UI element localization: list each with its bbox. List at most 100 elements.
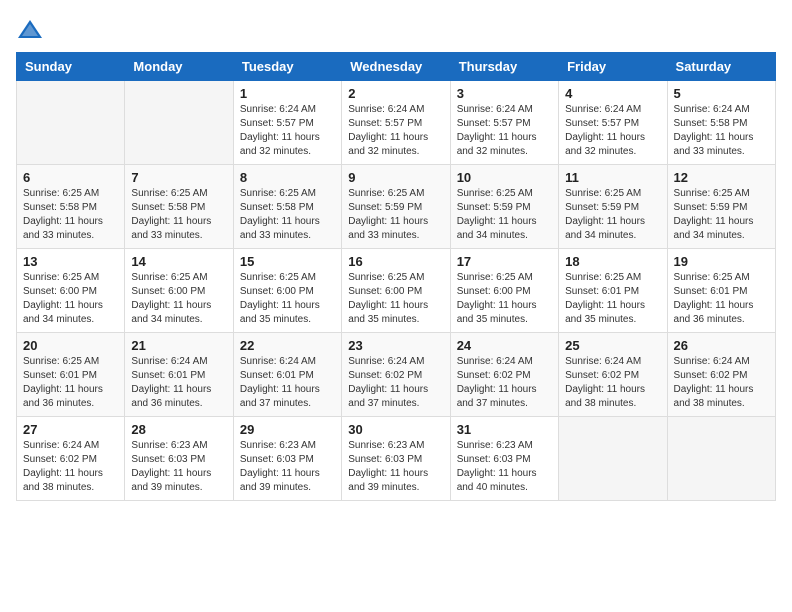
calendar-cell: 31 Sunrise: 6:23 AM Sunset: 6:03 PM Dayli…	[450, 417, 558, 501]
day-info: Sunrise: 6:25 AM Sunset: 5:59 PM Dayligh…	[674, 187, 769, 243]
calendar-header-friday: Friday	[559, 53, 667, 81]
calendar-cell: 2 Sunrise: 6:24 AM Sunset: 5:57 PM Daylig…	[342, 81, 450, 165]
calendar-cell: 7 Sunrise: 6:25 AM Sunset: 5:58 PM Daylig…	[125, 165, 233, 249]
day-number: 25	[565, 338, 660, 353]
day-info: Sunrise: 6:25 AM Sunset: 5:59 PM Dayligh…	[348, 187, 443, 243]
calendar-week-3: 13Sunrise: 6:25 AM Sunset: 6:00 PM Dayli…	[17, 249, 776, 333]
day-number: 23	[348, 338, 443, 353]
day-number: 7	[131, 170, 226, 185]
logo-icon	[16, 16, 44, 44]
day-number: 20	[23, 338, 118, 353]
calendar-cell: 21 Sunrise: 6:24 AM Sunset: 6:01 PM Dayli…	[125, 333, 233, 417]
calendar-header-saturday: Saturday	[667, 53, 775, 81]
calendar-cell: 10 Sunrise: 6:25 AM Sunset: 5:59 PM Dayli…	[450, 165, 558, 249]
calendar-header-monday: Monday	[125, 53, 233, 81]
day-number: 21	[131, 338, 226, 353]
calendar-week-1: 1Sunrise: 6:24 AM Sunset: 5:57 PM Daylig…	[17, 81, 776, 165]
day-number: 12	[674, 170, 769, 185]
day-number: 2	[348, 86, 443, 101]
day-info: Sunrise: 6:25 AM Sunset: 5:58 PM Dayligh…	[23, 187, 118, 243]
day-info: Sunrise: 6:24 AM Sunset: 5:57 PM Dayligh…	[240, 103, 335, 159]
calendar-cell: 26Sunrise: 6:24 AM Sunset: 6:02 PM Dayli…	[667, 333, 775, 417]
calendar-cell: 25 Sunrise: 6:24 AM Sunset: 6:02 PM Dayli…	[559, 333, 667, 417]
calendar-cell: 30 Sunrise: 6:23 AM Sunset: 6:03 PM Dayli…	[342, 417, 450, 501]
calendar-cell: 8 Sunrise: 6:25 AM Sunset: 5:58 PM Daylig…	[233, 165, 341, 249]
day-number: 6	[23, 170, 118, 185]
calendar-cell: 4Sunrise: 6:24 AM Sunset: 5:57 PM Daylig…	[559, 81, 667, 165]
day-number: 5	[674, 86, 769, 101]
day-info: Sunrise: 6:24 AM Sunset: 5:57 PM Dayligh…	[457, 103, 552, 159]
calendar-cell: 11 Sunrise: 6:25 AM Sunset: 5:59 PM Dayli…	[559, 165, 667, 249]
day-info: Sunrise: 6:24 AM Sunset: 6:02 PM Dayligh…	[348, 355, 443, 411]
calendar-cell: 18 Sunrise: 6:25 AM Sunset: 6:01 PM Dayli…	[559, 249, 667, 333]
day-info: Sunrise: 6:25 AM Sunset: 6:00 PM Dayligh…	[23, 271, 118, 327]
day-info: Sunrise: 6:24 AM Sunset: 6:02 PM Dayligh…	[457, 355, 552, 411]
calendar-header-sunday: Sunday	[17, 53, 125, 81]
calendar-cell: 5 Sunrise: 6:24 AM Sunset: 5:58 PM Daylig…	[667, 81, 775, 165]
calendar-week-4: 20 Sunrise: 6:25 AM Sunset: 6:01 PM Dayli…	[17, 333, 776, 417]
day-number: 15	[240, 254, 335, 269]
day-number: 28	[131, 422, 226, 437]
day-number: 10	[457, 170, 552, 185]
day-info: Sunrise: 6:25 AM Sunset: 6:01 PM Dayligh…	[565, 271, 660, 327]
calendar-header-wednesday: Wednesday	[342, 53, 450, 81]
calendar-cell: 12 Sunrise: 6:25 AM Sunset: 5:59 PM Dayli…	[667, 165, 775, 249]
day-info: Sunrise: 6:23 AM Sunset: 6:03 PM Dayligh…	[131, 439, 226, 495]
day-info: Sunrise: 6:25 AM Sunset: 6:00 PM Dayligh…	[457, 271, 552, 327]
day-info: Sunrise: 6:25 AM Sunset: 6:00 PM Dayligh…	[348, 271, 443, 327]
calendar-cell	[667, 417, 775, 501]
calendar-cell: 16 Sunrise: 6:25 AM Sunset: 6:00 PM Dayli…	[342, 249, 450, 333]
day-info: Sunrise: 6:24 AM Sunset: 5:57 PM Dayligh…	[348, 103, 443, 159]
calendar-cell: 17 Sunrise: 6:25 AM Sunset: 6:00 PM Dayli…	[450, 249, 558, 333]
day-number: 11	[565, 170, 660, 185]
day-info: Sunrise: 6:24 AM Sunset: 5:58 PM Dayligh…	[674, 103, 769, 159]
calendar-cell	[17, 81, 125, 165]
day-number: 31	[457, 422, 552, 437]
day-number: 30	[348, 422, 443, 437]
day-info: Sunrise: 6:25 AM Sunset: 6:01 PM Dayligh…	[23, 355, 118, 411]
day-info: Sunrise: 6:25 AM Sunset: 5:58 PM Dayligh…	[131, 187, 226, 243]
day-info: Sunrise: 6:24 AM Sunset: 5:57 PM Dayligh…	[565, 103, 660, 159]
calendar-cell: 27Sunrise: 6:24 AM Sunset: 6:02 PM Dayli…	[17, 417, 125, 501]
day-info: Sunrise: 6:25 AM Sunset: 5:58 PM Dayligh…	[240, 187, 335, 243]
day-number: 8	[240, 170, 335, 185]
calendar-cell: 9Sunrise: 6:25 AM Sunset: 5:59 PM Daylig…	[342, 165, 450, 249]
day-info: Sunrise: 6:24 AM Sunset: 6:02 PM Dayligh…	[674, 355, 769, 411]
calendar-header-tuesday: Tuesday	[233, 53, 341, 81]
calendar-cell: 19 Sunrise: 6:25 AM Sunset: 6:01 PM Dayli…	[667, 249, 775, 333]
calendar-cell: 13Sunrise: 6:25 AM Sunset: 6:00 PM Dayli…	[17, 249, 125, 333]
day-info: Sunrise: 6:23 AM Sunset: 6:03 PM Dayligh…	[240, 439, 335, 495]
day-info: Sunrise: 6:24 AM Sunset: 6:02 PM Dayligh…	[23, 439, 118, 495]
calendar-cell: 20 Sunrise: 6:25 AM Sunset: 6:01 PM Dayli…	[17, 333, 125, 417]
calendar-cell: 24 Sunrise: 6:24 AM Sunset: 6:02 PM Dayli…	[450, 333, 558, 417]
calendar-cell: 6 Sunrise: 6:25 AM Sunset: 5:58 PM Daylig…	[17, 165, 125, 249]
day-info: Sunrise: 6:25 AM Sunset: 6:00 PM Dayligh…	[131, 271, 226, 327]
day-number: 18	[565, 254, 660, 269]
day-info: Sunrise: 6:23 AM Sunset: 6:03 PM Dayligh…	[457, 439, 552, 495]
day-info: Sunrise: 6:25 AM Sunset: 6:01 PM Dayligh…	[674, 271, 769, 327]
day-info: Sunrise: 6:24 AM Sunset: 6:01 PM Dayligh…	[131, 355, 226, 411]
day-info: Sunrise: 6:25 AM Sunset: 5:59 PM Dayligh…	[565, 187, 660, 243]
day-number: 3	[457, 86, 552, 101]
calendar-table: SundayMondayTuesdayWednesdayThursdayFrid…	[16, 52, 776, 501]
day-number: 14	[131, 254, 226, 269]
calendar-cell: 14 Sunrise: 6:25 AM Sunset: 6:00 PM Dayli…	[125, 249, 233, 333]
day-number: 19	[674, 254, 769, 269]
calendar-cell: 15Sunrise: 6:25 AM Sunset: 6:00 PM Dayli…	[233, 249, 341, 333]
day-number: 29	[240, 422, 335, 437]
day-info: Sunrise: 6:23 AM Sunset: 6:03 PM Dayligh…	[348, 439, 443, 495]
calendar-cell: 29 Sunrise: 6:23 AM Sunset: 6:03 PM Dayli…	[233, 417, 341, 501]
calendar-cell: 1Sunrise: 6:24 AM Sunset: 5:57 PM Daylig…	[233, 81, 341, 165]
logo	[16, 16, 48, 44]
calendar-cell: 22Sunrise: 6:24 AM Sunset: 6:01 PM Dayli…	[233, 333, 341, 417]
day-number: 16	[348, 254, 443, 269]
calendar-header-row: SundayMondayTuesdayWednesdayThursdayFrid…	[17, 53, 776, 81]
calendar-cell: 28 Sunrise: 6:23 AM Sunset: 6:03 PM Dayli…	[125, 417, 233, 501]
calendar-week-5: 27Sunrise: 6:24 AM Sunset: 6:02 PM Dayli…	[17, 417, 776, 501]
day-number: 17	[457, 254, 552, 269]
calendar-header-thursday: Thursday	[450, 53, 558, 81]
calendar-cell: 3 Sunrise: 6:24 AM Sunset: 5:57 PM Daylig…	[450, 81, 558, 165]
day-info: Sunrise: 6:25 AM Sunset: 5:59 PM Dayligh…	[457, 187, 552, 243]
day-number: 24	[457, 338, 552, 353]
day-info: Sunrise: 6:24 AM Sunset: 6:02 PM Dayligh…	[565, 355, 660, 411]
